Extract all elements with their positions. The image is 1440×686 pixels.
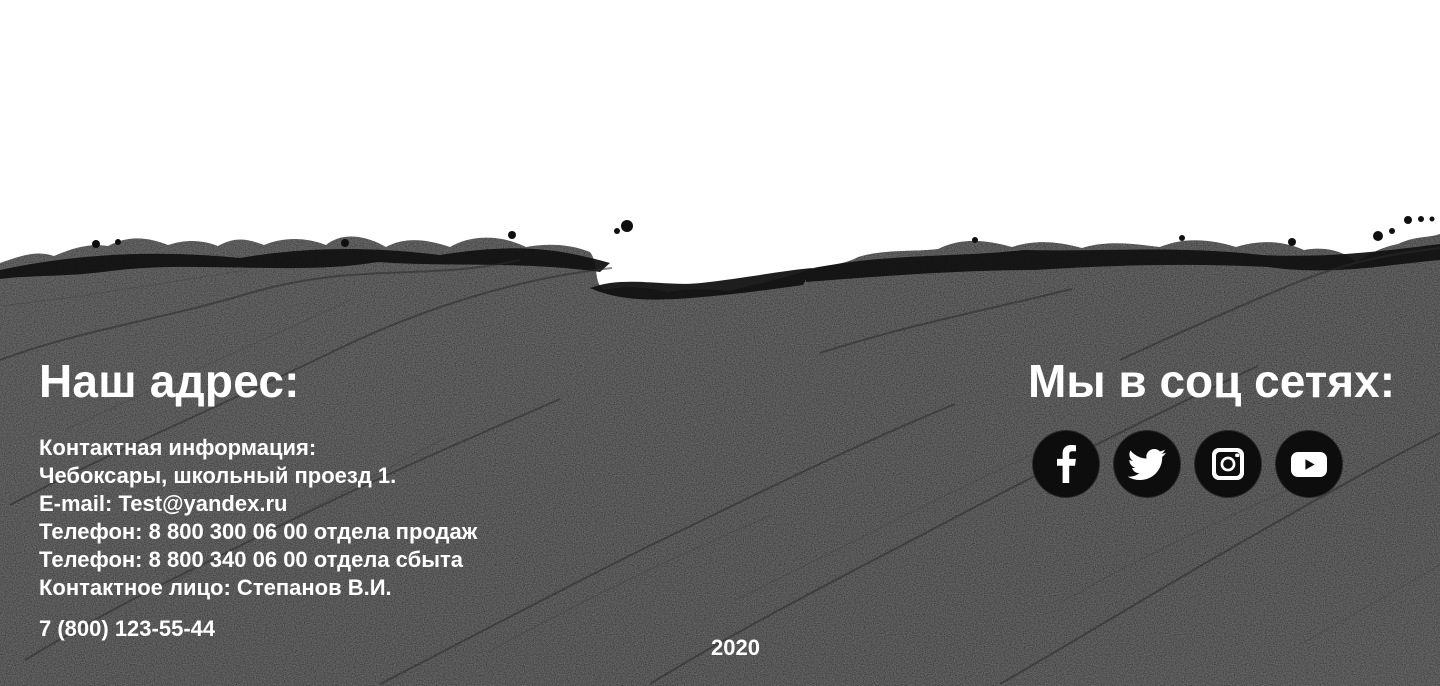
phone-link[interactable]: 7 (800) 123-55-44 bbox=[39, 615, 215, 643]
youtube-icon bbox=[1291, 451, 1327, 477]
facebook-icon bbox=[1055, 445, 1077, 483]
copyright-year: 2020 bbox=[711, 635, 760, 660]
youtube-button[interactable] bbox=[1275, 430, 1343, 498]
social-section: Мы в соц сетях: bbox=[1028, 352, 1396, 498]
supply-phone-line: Телефон: 8 800 340 06 00 отдела сбыта bbox=[39, 547, 464, 572]
contact-info-heading: Контактная информация: bbox=[39, 435, 317, 460]
address-section: Наш адрес: Контактная информация: Чебокс… bbox=[39, 352, 659, 643]
footer-content: Наш адрес: Контактная информация: Чебокс… bbox=[0, 0, 1440, 686]
contact-information-list: Контактная информация: Чебоксары, школьн… bbox=[39, 434, 659, 602]
address-title: Наш адрес: bbox=[39, 355, 300, 407]
twitter-icon bbox=[1128, 448, 1166, 480]
facebook-button[interactable] bbox=[1032, 430, 1100, 498]
email-line: E-mail: Test@yandex.ru bbox=[39, 491, 288, 516]
address-line: Чебоксары, школьный проезд 1. bbox=[39, 463, 397, 488]
footer-page: Наш адрес: Контактная информация: Чебокс… bbox=[0, 0, 1440, 686]
contact-person-line: Контактное лицо: Степанов В.И. bbox=[39, 575, 392, 600]
sales-phone-line: Телефон: 8 800 300 06 00 отдела продаж bbox=[39, 519, 478, 544]
instagram-icon bbox=[1211, 447, 1245, 481]
twitter-button[interactable] bbox=[1113, 430, 1181, 498]
instagram-button[interactable] bbox=[1194, 430, 1262, 498]
social-icons-row bbox=[1032, 430, 1394, 498]
social-title: Мы в соц сетях: bbox=[1028, 355, 1396, 407]
